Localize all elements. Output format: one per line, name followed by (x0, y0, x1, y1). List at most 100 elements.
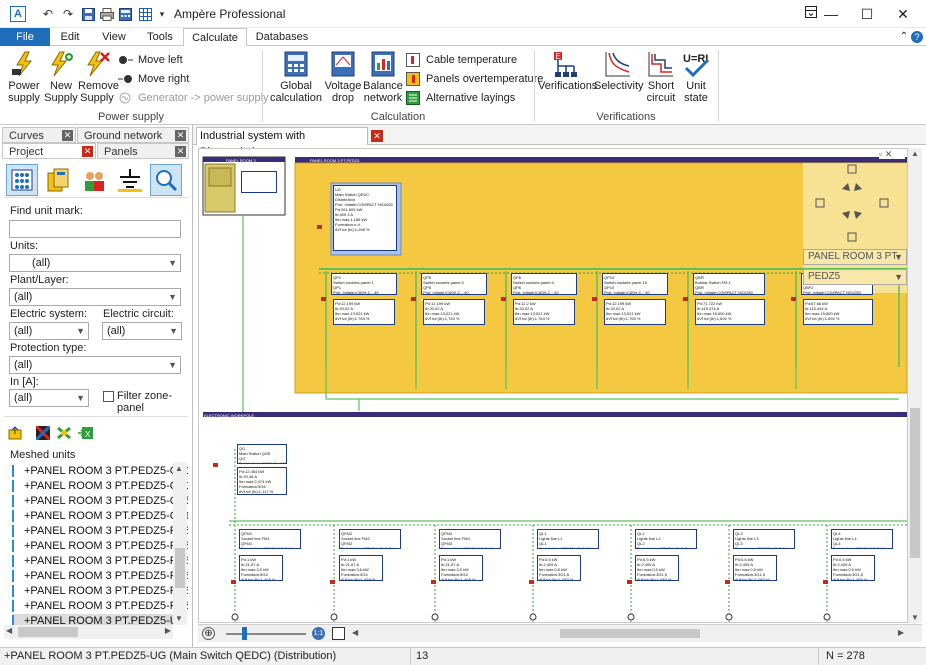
tab-edit[interactable]: Edit (52, 28, 88, 46)
redo-icon[interactable]: ↷ (60, 6, 76, 22)
feeder-values-qbf2[interactable]: Pd:67,66 kW Ib:115,444 A Ibn max:15,600 … (803, 299, 873, 325)
global-calculation-button[interactable]: Global calculation (268, 50, 324, 104)
tab-databases[interactable]: Databases (250, 28, 314, 46)
units-select[interactable]: (all) ▼ (9, 254, 181, 272)
short-circuit-button[interactable]: Short circuit (642, 50, 680, 104)
cable-temperature-button[interactable]: Cable temperature (406, 51, 517, 69)
protection-type-select[interactable]: (all) ▼ (9, 356, 181, 374)
feeder-unit-qfm3[interactable]: QFM3 Socket line FM3 QFM3 Prot. Initiale… (439, 529, 501, 549)
help-icon[interactable]: ? (910, 28, 924, 46)
list-item[interactable]: +PANEL ROOM 3 PT.PEDZ5-RESERV (12, 599, 188, 614)
color-palette-icon[interactable] (34, 424, 52, 442)
feeder-values-qfm1[interactable]: Pd:1 kW Ib:21,67 A Ibn max:3,6 kW Format… (239, 555, 283, 581)
feeder-unit-qp5[interactable]: QP5 Switch sockets panel 5 QP5 Prot. Ini… (421, 273, 487, 295)
list-scrollbar[interactable]: ▲ ▼ (173, 462, 187, 625)
close-button[interactable]: ✕ (880, 0, 926, 28)
zoom-slider[interactable] (226, 633, 306, 635)
units-tree-icon[interactable] (6, 164, 38, 196)
tab-calculate[interactable]: Calculate (183, 28, 247, 47)
feeder-values-qfm2[interactable]: Pd:1 kW Ib:21,67 A Ibn max:3,6 kW Format… (339, 555, 383, 581)
filter-zone-checkbox[interactable] (103, 391, 114, 402)
list-item[interactable]: +PANEL ROOM 3 PT.PEDZ5-QP5 (12, 494, 188, 509)
undo-icon[interactable]: ↶ (40, 6, 56, 22)
close-icon[interactable]: ✕ (175, 146, 186, 157)
list-item[interactable]: +PANEL ROOM 3 PT.PEDZ5-RESERV (12, 554, 188, 569)
scroll-down-icon[interactable]: ▼ (175, 614, 183, 623)
panels-list-icon[interactable] (42, 164, 74, 196)
feeder-unit-qp6[interactable]: QP6 Switch sockets panel 6 QP6 Prot. Ini… (511, 273, 577, 295)
new-supply-button[interactable]: New Supply (44, 50, 78, 104)
selectivity-button[interactable]: Selectivity (594, 50, 644, 92)
search-icon[interactable] (150, 164, 182, 196)
tab-file[interactable]: File (0, 28, 50, 46)
list-item[interactable]: +PANEL ROOM 3 PT.PEDZ5-QP1 (12, 464, 188, 479)
bottom-main-switch-unit[interactable]: QG Main Switch QGE QG Prot. Initiale:iC6… (237, 444, 287, 464)
in-a-select[interactable]: (all) ▼ (9, 389, 89, 407)
feeder-unit-ql2[interactable]: QL2 Lights line L2 QL2 Prot. Initiale:iD… (635, 529, 697, 549)
list-item-selected[interactable]: +PANEL ROOM 3 PT.PEDZ5-UG (12, 614, 186, 625)
electric-circuit-select[interactable]: (all) ▼ (102, 322, 182, 340)
feeder-unit-ql1[interactable]: QL1 Lights line L1 QL1 Prot. Initiale:iD… (537, 529, 599, 549)
fit-page-icon[interactable] (332, 627, 345, 640)
zoom-slider-handle[interactable] (242, 627, 247, 640)
feeder-values-ql3[interactable]: Pd:0,5 kW Ib:2,405 A Ibn max:0,5 kW Form… (733, 555, 777, 581)
feeder-values-qfm3[interactable]: Pd:1 kW Ib:21,67 A Ibn max:3,6 kW Format… (439, 555, 483, 581)
panel-zone-select[interactable]: PANEL ROOM 3 PT ▼ (803, 249, 907, 265)
close-icon[interactable]: ✕ (371, 130, 383, 142)
scroll-up-icon[interactable]: ▲ (911, 149, 919, 158)
feeder-values-ql2[interactable]: Pd:0,5 kW Ib:2,405 A Ibn max:0,5 kW Form… (635, 555, 679, 581)
scroll-left-icon[interactable]: ◀ (352, 628, 358, 637)
list-hscrollbar[interactable]: ◀ ▶ (4, 625, 173, 639)
scroll-down-icon[interactable]: ▼ (911, 613, 919, 622)
panels-overtemperature-button[interactable]: Panels overtemperature (406, 70, 543, 88)
list-item[interactable]: +PANEL ROOM 3 PT.PEDZ5-RESERV (12, 569, 188, 584)
feeder-values-qbf1[interactable]: Pd:71,722 kW Ib:115,474 A Ibn max:15,600… (695, 299, 765, 325)
feeder-values-ql4[interactable]: Pd:0,5 kW Ib:2,405 A Ibn max:0,5 kW Form… (831, 555, 875, 581)
pedz4-unit[interactable] (241, 171, 277, 193)
close-icon[interactable]: ✕ (82, 146, 93, 157)
zoom-fit-icon[interactable]: ⊕ (202, 627, 215, 640)
excel-export-icon[interactable]: X (78, 426, 94, 440)
highlight-icon[interactable] (56, 426, 72, 440)
verifications-button[interactable]: E Verifications (538, 50, 597, 92)
canvas-hscrollbar[interactable]: ◀ ▶ (350, 626, 906, 641)
scroll-up-icon[interactable]: ▲ (175, 464, 183, 473)
scroll-thumb[interactable] (910, 408, 920, 558)
tab-curves[interactable]: Curves ✕ (2, 127, 76, 143)
panel-select[interactable]: PEDZ5 ▼ (803, 269, 907, 285)
remove-supply-button[interactable]: Remove Supply (78, 50, 119, 104)
move-right-button[interactable]: Move right (118, 70, 189, 88)
feeder-unit-ql3[interactable]: QL3 Lights line L3 QL3 Prot. Initiale:iD… (733, 529, 795, 549)
list-item[interactable]: +PANEL ROOM 3 PT.PEDZ5-RESERV (12, 539, 188, 554)
feeder-values-ql1[interactable]: Pd:0,5 kW Ib:2,405 A Ibn max:0,5 kW Form… (537, 555, 581, 581)
print-icon[interactable] (99, 6, 115, 22)
move-left-button[interactable]: Move left (118, 51, 183, 69)
feeder-unit-qfm2[interactable]: QFM2 Socket line FM2 QFM2 Prot. Initiale… (339, 529, 401, 549)
schematic-canvas[interactable]: PANEL ROOM 3 PT.PEDZ4 PANEL ROOM 3 PT.PE… (198, 148, 908, 623)
feeder-unit-qp10[interactable]: QP10 Switch sockets panel 10 QP10 Prot. … (602, 273, 668, 295)
zoom-100-icon[interactable]: 1:1 (312, 627, 325, 640)
bottom-main-values[interactable]: Pd:12,454 kW Ib:20,48 A Ibn max:2,474 kW… (237, 467, 287, 495)
scroll-thumb[interactable] (560, 629, 700, 638)
electric-system-select[interactable]: (all) ▼ (9, 322, 89, 340)
document-tab[interactable]: Industrial system with Photovoltaic✕ (196, 127, 383, 158)
close-icon[interactable]: ✕ (62, 130, 73, 141)
export-icon[interactable] (8, 426, 22, 440)
feeder-values-qp10[interactable]: Pd:12,199 kW Ib:20,02 A Ibn max:13,021 k… (333, 299, 395, 325)
canvas-vscrollbar[interactable]: ▲ ▼ (908, 148, 922, 623)
tab-ground-network[interactable]: Ground network ✕ (77, 127, 189, 143)
alternative-layings-button[interactable]: Alternative layings (406, 89, 515, 107)
scroll-thumb[interactable] (18, 627, 78, 637)
find-unit-input[interactable] (9, 220, 181, 238)
generator-power-supply-button[interactable]: Generator -> power supply (118, 89, 269, 107)
balance-network-button[interactable]: Balance network (362, 50, 404, 104)
calculator-icon[interactable] (117, 6, 133, 22)
users-icon[interactable] (78, 164, 110, 196)
feeder-unit-qp1[interactable]: QP1 Switch sockets panel 1 QP1 Prot. Ini… (331, 273, 397, 295)
tab-tools[interactable]: Tools (140, 28, 180, 46)
tab-panels[interactable]: Panels ✕ (97, 143, 189, 159)
ground-symbol-icon[interactable] (114, 164, 146, 196)
list-item[interactable]: +PANEL ROOM 3 PT.PEDZ5-QP6 (12, 509, 188, 524)
pan-navigator[interactable] (814, 163, 904, 243)
close-icon[interactable]: ✕ (175, 130, 186, 141)
